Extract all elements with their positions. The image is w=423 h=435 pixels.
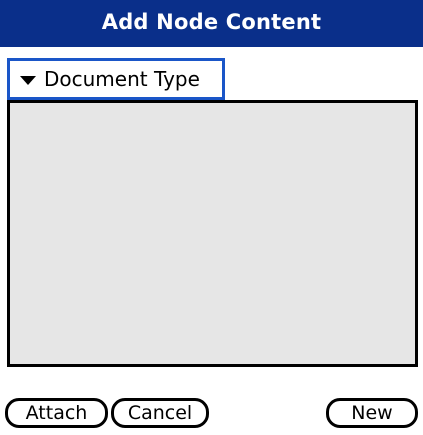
document-type-label: Document Type [44, 67, 200, 91]
cancel-button[interactable]: Cancel [111, 398, 209, 428]
page-title: Add Node Content [101, 10, 322, 34]
add-node-content-screen: Add Node Content Document Type Attach Ca… [0, 0, 423, 435]
triangle-down-icon [20, 76, 36, 85]
new-button[interactable]: New [326, 398, 418, 428]
document-type-picker[interactable]: Document Type [7, 58, 225, 100]
title-bar: Add Node Content [0, 0, 423, 47]
attach-button[interactable]: Attach [5, 398, 108, 428]
content-list[interactable] [7, 100, 418, 367]
title-underline [0, 44, 423, 47]
